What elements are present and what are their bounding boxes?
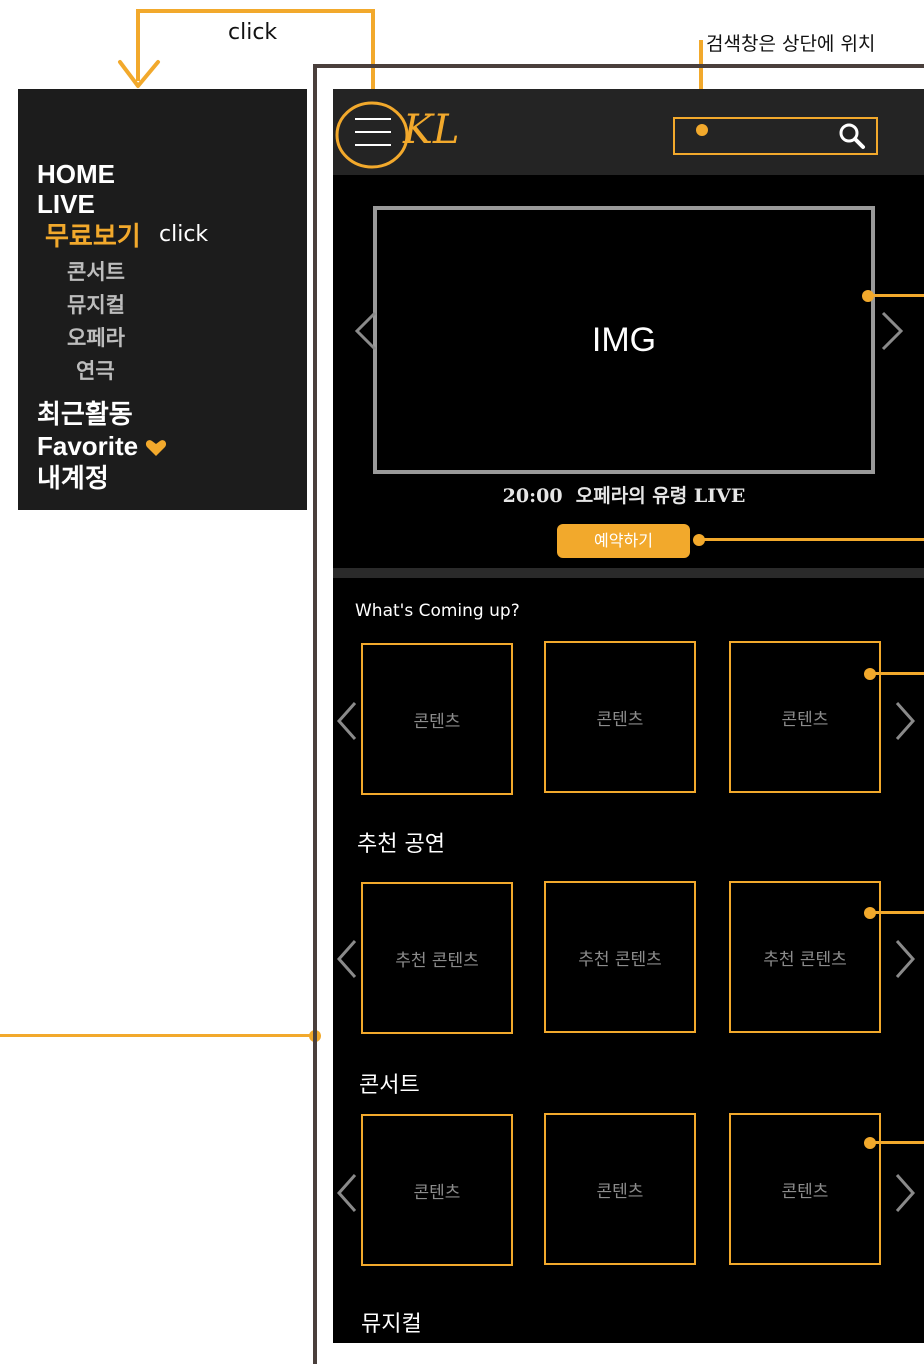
annotation-dot [696, 124, 708, 136]
section-title-musical: 뮤지컬 [361, 1312, 422, 1337]
content-card[interactable]: 추천 콘텐츠 [729, 881, 881, 1033]
heart-icon [146, 440, 167, 457]
menu-item-home[interactable]: HOME [37, 159, 115, 189]
menu-subitem-concert[interactable]: 콘서트 [67, 256, 125, 286]
menu-subitem-play[interactable]: 연극 [76, 355, 115, 385]
menu-item-favorite[interactable]: Favorite [37, 431, 167, 461]
content-card[interactable]: 추천 콘텐츠 [544, 881, 696, 1033]
section-title-coming-up: What's Coming up? [355, 601, 520, 621]
app-header: KL [333, 89, 924, 175]
annotation-line [699, 538, 924, 541]
reserve-button[interactable]: 예약하기 [557, 524, 690, 558]
section-divider [333, 568, 924, 578]
menu-subitem-musical[interactable]: 뮤지컬 [67, 289, 125, 319]
menu-subitem-opera[interactable]: 오페라 [67, 322, 125, 352]
annotation-click-top: click [228, 20, 278, 45]
hero-image[interactable]: IMG [373, 206, 875, 474]
annotation-line [868, 294, 924, 297]
chevron-right-icon[interactable] [885, 1171, 921, 1215]
section-title-recommended: 추천 공연 [357, 832, 445, 857]
chevron-right-icon[interactable] [885, 699, 921, 743]
annotation-line [0, 1034, 316, 1037]
chevron-right-icon[interactable] [885, 937, 921, 981]
annotation-click-menu: click [159, 222, 209, 247]
annotation-line [870, 672, 924, 675]
menu-item-recent[interactable]: 최근활동 [37, 399, 133, 429]
content-card[interactable]: 콘텐츠 [544, 1113, 696, 1265]
search-icon[interactable] [838, 122, 866, 150]
annotation-line [870, 911, 924, 914]
content-card[interactable]: 콘텐츠 [361, 1114, 513, 1266]
menu-item-account[interactable]: 내계정 [37, 463, 109, 493]
app-screen: KL IMG 20:00 오페라의 유령 LIVE 예약하기 What's Co… [333, 89, 924, 1343]
annotation-search-note: 검색창은 상단에 위치 [706, 33, 876, 55]
annotation-circle [335, 101, 409, 169]
side-menu: HOME LIVE 무료보기 click 콘서트 뮤지컬 오페라 연극 최근활동… [18, 89, 307, 510]
section-title-concert: 콘서트 [359, 1073, 420, 1098]
content-card[interactable]: 콘텐츠 [361, 643, 513, 795]
chevron-left-icon[interactable] [349, 309, 385, 353]
content-card[interactable]: 콘텐츠 [729, 641, 881, 793]
hero-caption: 20:00 오페라의 유령 LIVE [502, 485, 746, 507]
content-card[interactable]: 콘텐츠 [729, 1113, 881, 1265]
annotation-line [870, 1141, 924, 1144]
menu-item-free[interactable]: 무료보기 [45, 221, 141, 251]
chevron-right-icon[interactable] [873, 309, 909, 353]
content-card[interactable]: 추천 콘텐츠 [361, 882, 513, 1034]
hero-image-label: IMG [591, 320, 657, 359]
app-logo[interactable]: KL [403, 107, 459, 153]
menu-item-favorite-label: Favorite [37, 431, 139, 461]
menu-item-live[interactable]: LIVE [37, 189, 95, 219]
content-card[interactable]: 콘텐츠 [544, 641, 696, 793]
annotation-line [136, 9, 375, 13]
arrow-down-icon [118, 60, 160, 88]
